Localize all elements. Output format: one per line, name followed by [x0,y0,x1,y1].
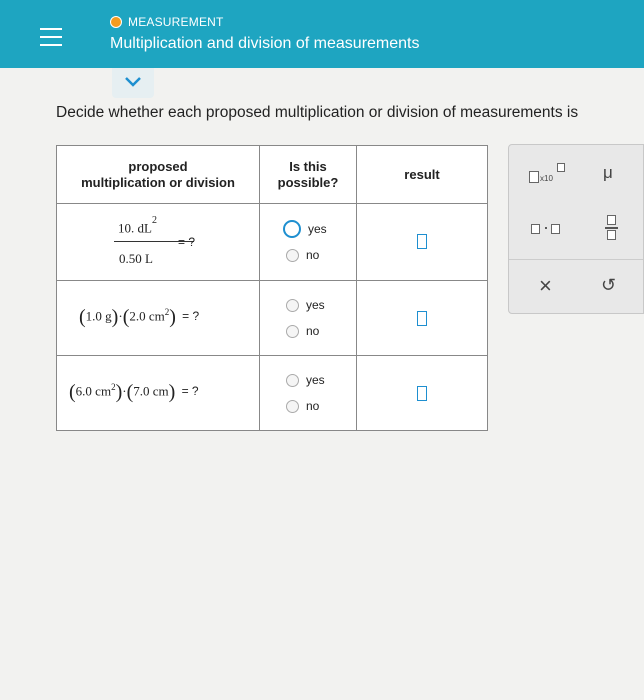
expression-cell: (1.0 g)·(2.0 cm2) = ? [56,280,260,356]
math-palette: x10 μ · × ↺ [508,144,644,314]
palette-divider [509,259,643,260]
radio-circle[interactable] [286,298,299,312]
result-input[interactable] [417,234,427,249]
numerator-box-icon [607,215,616,225]
mu-button[interactable]: μ [603,163,613,183]
multiply-dot-button[interactable]: · [531,217,571,237]
expression: (1.0 g)·(2.0 cm2) = ? [79,306,200,328]
header-proposed: proposed multiplication or division [56,145,260,204]
radio-circle[interactable] [286,248,299,262]
radio-yes[interactable]: yes [286,373,325,387]
exponent-box-icon [557,163,565,172]
box-icon [551,224,560,234]
radio-no[interactable]: no [286,399,319,413]
radio-yes[interactable]: yes [286,298,325,312]
box-icon [531,224,540,234]
radio-circle[interactable] [286,324,299,338]
expression-cell: (6.0 cm2)·(7.0 cm) = ? [56,355,260,431]
denominator-box-icon [607,230,616,240]
fraction-button[interactable] [605,215,619,243]
scientific-notation-button[interactable]: x10 [529,163,569,185]
result-input[interactable] [417,386,427,401]
answer-table: proposed multiplication or division Is t… [56,145,488,431]
undo-button[interactable]: ↺ [601,275,616,296]
header-result: result [356,145,488,204]
app-header: MEASUREMENT Multiplication and division … [0,0,644,68]
table-row: 10. dL2 0.50 L = ? yes no [56,203,488,281]
radio-no[interactable]: no [286,248,319,262]
radio-circle[interactable] [283,220,301,238]
radio-yes[interactable]: yes [283,220,327,238]
question-text: Decide whether each proposed multiplicat… [56,104,579,121]
expand-toggle-button[interactable] [112,68,154,98]
menu-icon[interactable] [40,28,62,46]
status-dot-icon [110,16,122,28]
numerator: 10. dL2 [118,215,157,236]
topic-label: MEASUREMENT [128,15,224,29]
denominator: 0.50 L [119,251,153,266]
table-row: (1.0 g)·(2.0 cm2) = ? yes no [56,280,488,356]
radio-circle[interactable] [286,399,299,413]
equals-question: = ? [178,235,196,249]
chevron-down-icon [125,77,141,87]
radio-no[interactable]: no [286,324,319,338]
result-input[interactable] [417,311,427,326]
clear-button[interactable]: × [539,273,552,299]
fraction-line-icon [605,227,618,229]
table-row: (6.0 cm2)·(7.0 cm) = ? yes no [56,355,488,431]
expression-cell: 10. dL2 0.50 L = ? [56,203,260,281]
header-possible: Is this possible? [259,145,357,204]
page-title: Multiplication and division of measureme… [110,35,420,52]
base-box-icon [529,171,539,183]
radio-circle[interactable] [286,373,299,387]
expression: (6.0 cm2)·(7.0 cm) = ? [69,381,199,403]
